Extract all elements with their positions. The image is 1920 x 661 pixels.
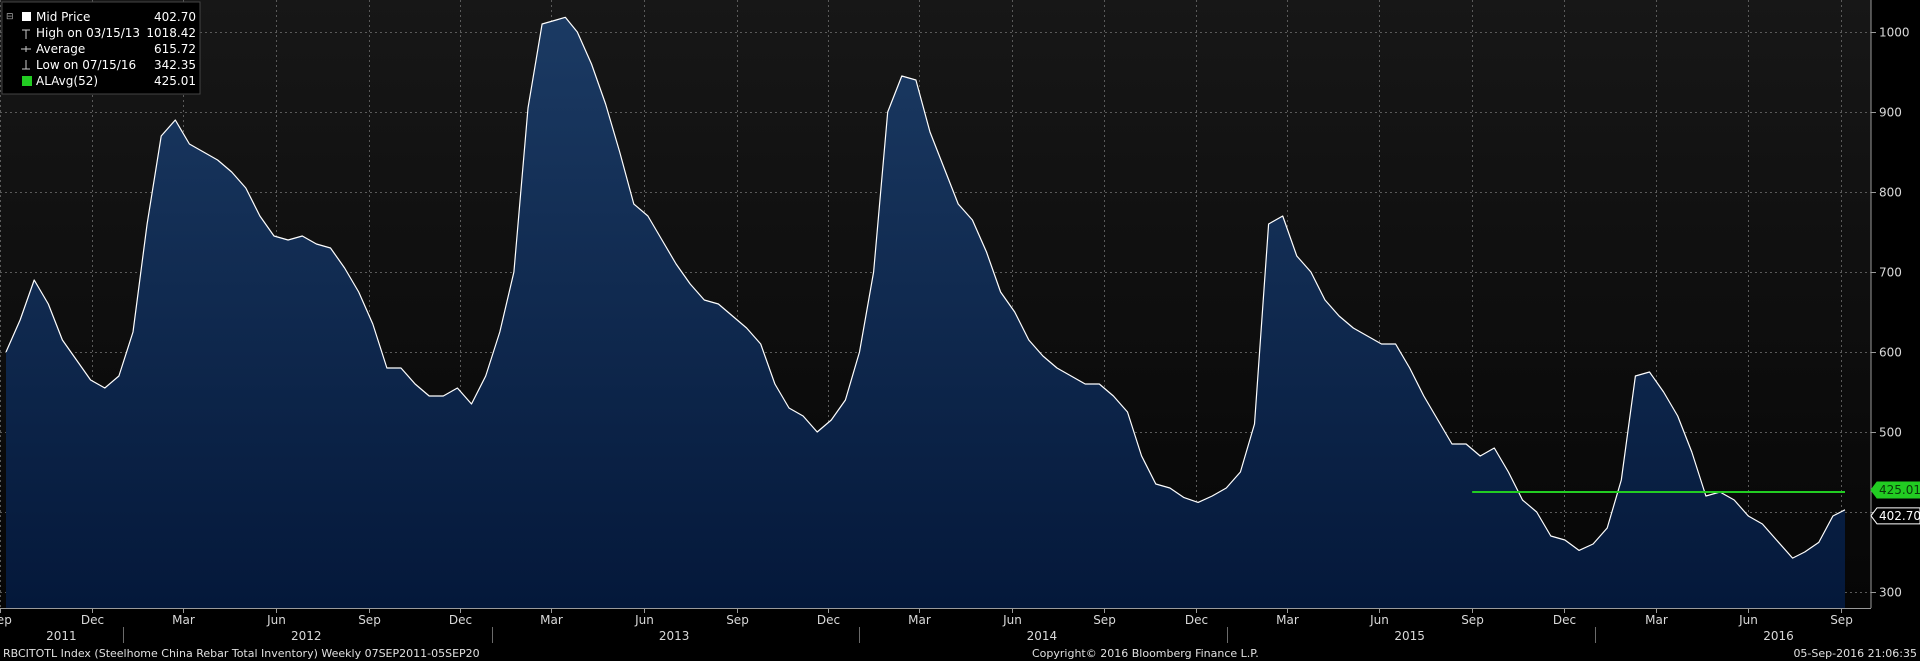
x-tick-label: Mar xyxy=(1645,613,1668,627)
y-tick-label: 900 xyxy=(1879,106,1902,120)
x-tick-label: Dec xyxy=(81,613,104,627)
y-tick-label: 1000 xyxy=(1879,26,1910,40)
x-tick-label: Dec xyxy=(817,613,840,627)
legend-value: 402.70 xyxy=(154,10,196,24)
x-tick-label: Jun xyxy=(1369,613,1389,627)
legend-value: 425.01 xyxy=(154,74,196,88)
x-tick-label: Sep xyxy=(726,613,749,627)
legend-value: 1018.42 xyxy=(146,26,196,40)
x-tick-label: Sep xyxy=(1093,613,1116,627)
year-label: 2016 xyxy=(1763,629,1794,643)
x-tick-label: Jun xyxy=(266,613,286,627)
y-tick-label: 700 xyxy=(1879,266,1902,280)
square-icon xyxy=(22,12,31,21)
footer-description: RBCITOTL Index (Steelhome China Rebar To… xyxy=(3,647,480,660)
x-tick-label: Sep xyxy=(0,613,12,627)
x-tick-label: Sep xyxy=(1830,613,1853,627)
x-tick-label: Jun xyxy=(1002,613,1022,627)
legend-value: 615.72 xyxy=(154,42,196,56)
year-label: 2011 xyxy=(46,629,77,643)
x-tick-label: Jun xyxy=(1738,613,1758,627)
x-tick-label: Mar xyxy=(540,613,563,627)
footer-copyright: Copyright© 2016 Bloomberg Finance L.P. xyxy=(1032,647,1259,660)
x-tick-label: Mar xyxy=(172,613,195,627)
average-value-tag: 425.01 xyxy=(1870,481,1920,499)
last-price-tag: 402.70 xyxy=(1870,507,1920,525)
legend-label: ALAvg(52) xyxy=(36,74,98,88)
legend: ⊟ Mid Price 402.70 High on 03/15/13 1018… xyxy=(1,1,201,95)
green-square-icon xyxy=(22,76,32,86)
x-tick-label: Dec xyxy=(449,613,472,627)
legend-label: Average xyxy=(36,42,85,56)
y-tick-label: 800 xyxy=(1879,186,1902,200)
legend-label: Low on 07/15/16 xyxy=(36,58,136,72)
year-label: 2015 xyxy=(1394,629,1425,643)
year-label: 2013 xyxy=(659,629,690,643)
x-tick-label: Dec xyxy=(1185,613,1208,627)
x-tick-label: Sep xyxy=(358,613,381,627)
tag-value: 425.01 xyxy=(1879,483,1920,497)
x-tick-label: Mar xyxy=(1276,613,1299,627)
legend-label: Mid Price xyxy=(36,10,90,24)
year-label: 2014 xyxy=(1027,629,1058,643)
y-tick-label: 500 xyxy=(1879,426,1902,440)
tag-value: 402.70 xyxy=(1879,509,1920,523)
y-tick-label: 300 xyxy=(1879,586,1902,600)
collapse-icon[interactable]: ⊟ xyxy=(6,12,14,22)
chart-canvas: 3004005006007008009001000 SepDecMarJunSe… xyxy=(0,0,1920,661)
footer-timestamp: 05-Sep-2016 21:06:35 xyxy=(1793,647,1917,660)
legend-value: 342.35 xyxy=(154,58,196,72)
x-tick-label: Sep xyxy=(1461,613,1484,627)
legend-label: High on 03/15/13 xyxy=(36,26,140,40)
x-tick-label: Mar xyxy=(908,613,931,627)
x-tick-label: Dec xyxy=(1553,613,1576,627)
x-tick-label: Jun xyxy=(634,613,654,627)
y-tick-label: 600 xyxy=(1879,346,1902,360)
year-label: 2012 xyxy=(291,629,322,643)
